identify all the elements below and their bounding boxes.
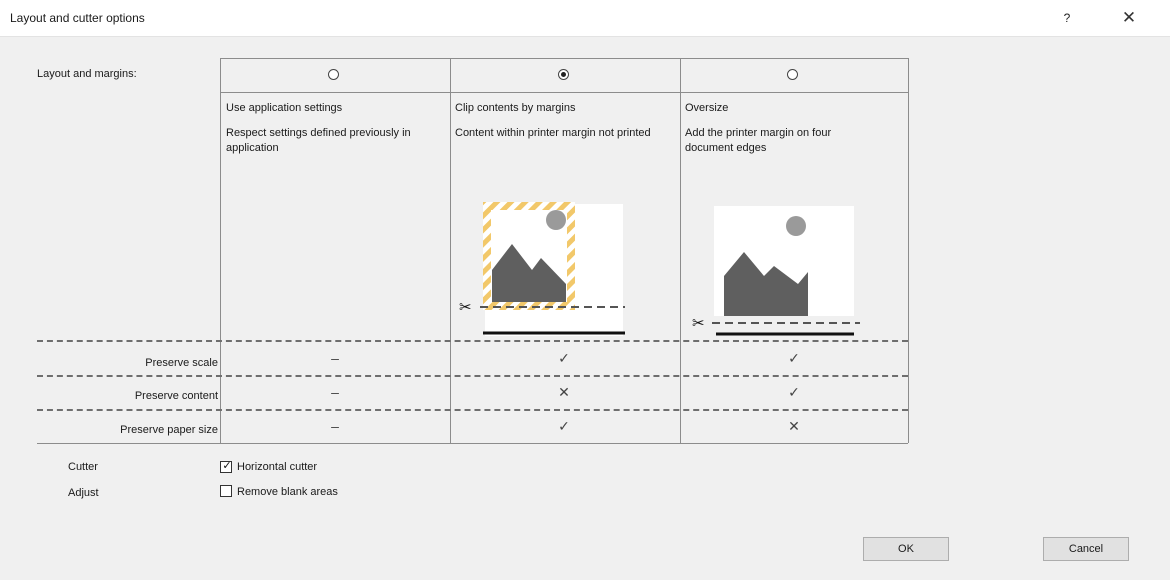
table-header-divider: [220, 92, 908, 93]
remove-blank-areas-checkbox[interactable]: [220, 485, 232, 497]
check-icon: ✓: [788, 350, 800, 366]
option-desc-oversize: Add the printer margin on four document …: [685, 127, 832, 154]
option-desc-clip-contents-by-margins: Content within printer margin not printe…: [455, 127, 651, 139]
option-name-clip-contents-by-margins: Clip contents by margins: [455, 102, 576, 114]
scissors-icon: ✂: [459, 298, 472, 316]
cross-icon: ✕: [788, 418, 800, 434]
check-icon: ✓: [788, 384, 800, 400]
sun-shape: [786, 216, 806, 236]
help-button[interactable]: ?: [1055, 6, 1079, 30]
option-name-use-application-settings: Use application settings: [226, 102, 343, 114]
check-icon: ✓: [558, 418, 570, 434]
table-column-divider: [450, 58, 451, 443]
radio-selected-dot: [561, 72, 566, 77]
layout-margins-label: Layout and margins:: [37, 68, 137, 80]
dialog-title: Layout and cutter options: [10, 11, 145, 25]
radio-use-application-settings[interactable]: [328, 69, 339, 80]
radio-oversize[interactable]: [787, 69, 798, 80]
row-separator: [37, 375, 908, 377]
ok-button[interactable]: OK: [863, 537, 949, 561]
cutter-label: Cutter: [68, 461, 98, 473]
option-desc-use-application-settings: Respect settings defined previously in a…: [226, 127, 411, 154]
horizontal-cutter-checkbox[interactable]: ✓: [220, 460, 232, 473]
cancel-button[interactable]: Cancel: [1043, 537, 1129, 561]
table-column-divider: [680, 58, 681, 443]
mark-cell: –: [331, 384, 339, 400]
mark-cell: –: [331, 418, 339, 434]
horizontal-cutter-label[interactable]: Horizontal cutter: [237, 461, 317, 473]
row-label-preserve-content: Preserve content: [134, 390, 218, 402]
title-bar: Layout and cutter options ? ✕: [0, 0, 1170, 37]
row-separator: [37, 340, 908, 342]
table-top-border: [220, 58, 908, 59]
radio-clip-contents-by-margins[interactable]: [558, 69, 569, 80]
table-bottom-border: [37, 443, 908, 444]
oversize-illustration: ✂: [692, 206, 860, 336]
close-button[interactable]: ✕: [1115, 6, 1143, 30]
remove-blank-areas-label[interactable]: Remove blank areas: [237, 486, 338, 498]
table-column-divider: [908, 58, 909, 443]
row-separator: [37, 409, 908, 411]
check-icon: ✓: [558, 350, 570, 366]
scissors-icon: ✂: [692, 314, 705, 332]
row-label-preserve-scale: Preserve scale: [145, 357, 218, 369]
mark-cell: –: [331, 350, 339, 366]
clip-contents-illustration: ✂: [459, 202, 625, 336]
adjust-label: Adjust: [68, 487, 99, 499]
option-name-oversize: Oversize: [685, 102, 729, 114]
row-label-preserve-paper-size: Preserve paper size: [120, 424, 218, 436]
sun-shape: [546, 210, 566, 230]
cross-icon: ✕: [558, 384, 570, 400]
checkmark-icon: ✓: [222, 460, 232, 472]
table-column-divider: [220, 58, 221, 443]
